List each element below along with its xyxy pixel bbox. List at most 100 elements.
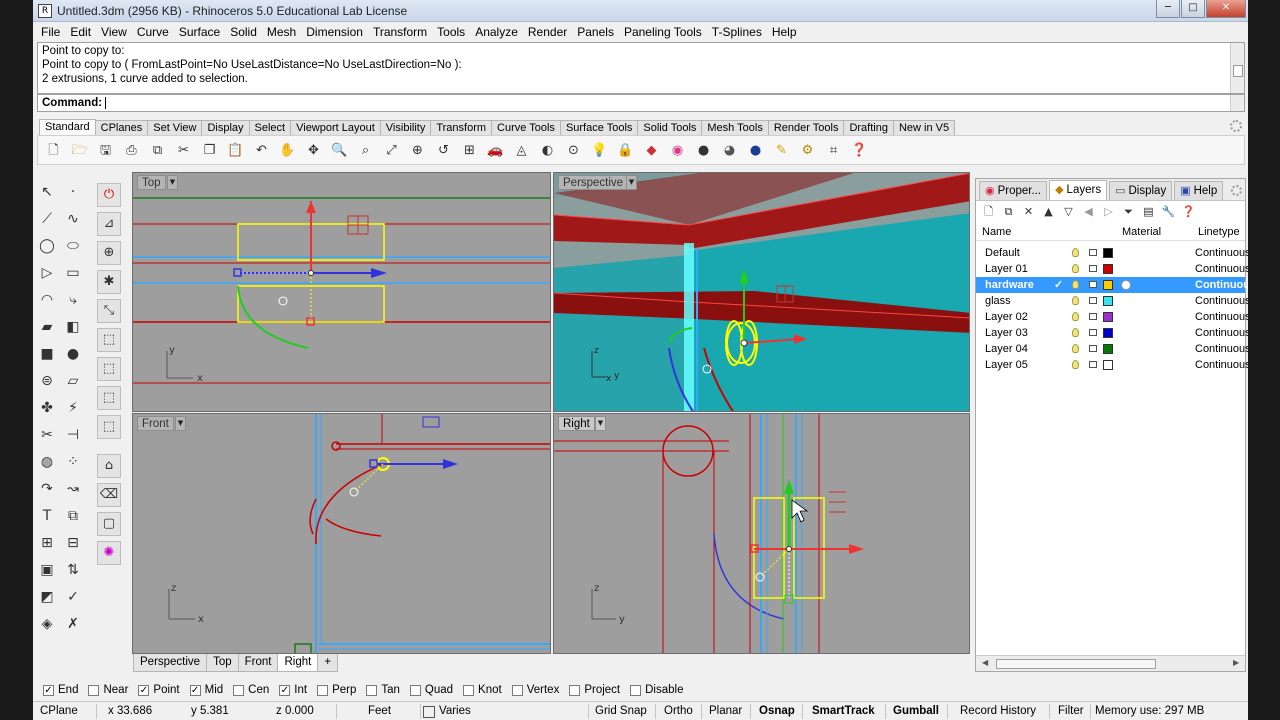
osnap-checkbox[interactable]: ✓ [43,684,54,696]
boolean-icon[interactable]: ◍ [36,451,58,473]
viewport-menu-chevron-icon[interactable]: ▼ [595,416,606,431]
status-ortho[interactable]: Ortho [661,702,696,720]
panel-tab-display[interactable]: ▭ Display [1109,181,1173,200]
osnap-tan[interactable]: Tan [366,684,400,696]
rhino-app-icon[interactable]: R [38,3,52,18]
toolbar-tab-solid-tools[interactable]: Solid Tools [637,120,703,135]
osnap-checkbox[interactable] [317,684,329,696]
transform-icon[interactable]: ✤ [36,397,58,419]
menu-solid[interactable]: Solid [226,25,263,39]
layer-name[interactable]: hardware [985,277,1034,293]
viewport-tab-perspective[interactable]: Perspective [133,654,208,672]
layer-name[interactable]: Layer 01 [985,261,1028,277]
scroll-right-icon[interactable]: ▶ [1233,658,1239,667]
layer-state-icon[interactable]: ▤ [1140,204,1157,220]
current-layer-check-icon[interactable]: ✓ [1054,277,1063,293]
panel-tab-help[interactable]: ▣ Help [1174,181,1224,200]
osnap-point-icon[interactable]: ⊙ [564,141,583,160]
osnap-end[interactable]: ✓ End [43,684,78,696]
osnap-disable[interactable]: Disable [630,684,683,696]
lock-icon[interactable] [1089,313,1097,320]
gear-tool-icon[interactable]: ⚙ [798,141,817,160]
analyze-icon[interactable]: ◩ [36,586,58,608]
lock-icon[interactable] [1089,361,1097,368]
trim-icon[interactable]: ✂ [36,424,58,446]
sphere-grid-icon[interactable]: ⊕ [97,241,121,265]
paste-icon[interactable]: 📋 [226,141,245,160]
point-icon[interactable]: · [62,181,84,203]
group-icon[interactable]: ⊞ [36,532,58,554]
toolbar-tab-display[interactable]: Display [201,120,250,135]
osnap-checkbox[interactable]: ✓ [138,684,150,696]
move-up-icon[interactable]: ▲ [1040,204,1057,220]
dimension-icon[interactable]: ⊣ [62,424,84,446]
zoom-window-icon[interactable]: ⌕ [356,141,375,160]
material-icon[interactable] [1121,280,1131,290]
close-button[interactable]: ✕ [1206,0,1246,18]
lock-icon[interactable] [1089,265,1097,272]
layer-linetype[interactable]: Continuous [1195,325,1248,341]
osnap-mid[interactable]: ✓ Mid [189,684,223,696]
move-right-icon[interactable]: ▷ [1100,204,1117,220]
visibility-bulb-icon[interactable] [1072,296,1079,305]
rotate-view-icon[interactable]: ✥ [304,141,323,160]
layer-row[interactable]: Default Continuous [976,245,1248,261]
osnap-checkbox[interactable] [630,684,642,696]
cylinder-icon[interactable]: ⊜ [36,370,58,392]
new-sublayer-icon[interactable]: ⧉ [1000,204,1017,220]
command-history-scrollbar[interactable] [1230,43,1244,93]
layer-icon[interactable]: ◆ [642,141,661,160]
toolbar-tab-select[interactable]: Select [248,120,292,135]
viewport-tab-right[interactable]: Right [277,654,319,672]
right-view-canvas[interactable]: z y [554,414,970,654]
scroll-left-icon[interactable]: ◀ [982,658,988,667]
layer-row[interactable]: hardware ✓ Continuous [976,277,1248,293]
top-view-canvas[interactable]: y x [133,173,551,412]
box-view-icon[interactable]: ⬚ [97,328,121,352]
visibility-bulb-icon[interactable] [1072,280,1079,289]
column-name[interactable]: Name [982,224,1011,240]
undo-icon[interactable]: ↶ [252,141,271,160]
layer-color-swatch[interactable] [1103,296,1113,306]
menu-panels[interactable]: Panels [573,25,620,39]
sun-icon[interactable]: ✱ [97,270,121,294]
status-record-history[interactable]: Record History [957,702,1039,720]
restore-button[interactable]: □ [1181,0,1205,18]
osnap-near[interactable]: Near [88,684,128,696]
layer-linetype[interactable]: Continuous [1195,357,1248,373]
layer-help-icon[interactable]: ❓ [1180,204,1197,220]
menu-help[interactable]: Help [768,25,803,39]
menu-paneling-tools[interactable]: Paneling Tools [620,25,708,39]
measure-icon[interactable]: ✓ [62,586,84,608]
toolbar-tab-visibility[interactable]: Visibility [379,120,432,135]
status-osnap[interactable]: Osnap [756,702,798,720]
osnap-checkbox[interactable] [511,684,523,696]
layer-row[interactable]: Layer 02 Continuous [976,309,1248,325]
curve-icon[interactable]: ∿ [62,208,84,230]
lock-icon[interactable] [1089,345,1097,352]
viewport-label-top[interactable]: Top [137,175,166,190]
viewport-label-right[interactable]: Right [558,416,595,431]
status-filter[interactable]: Filter [1055,702,1087,720]
layers-horizontal-scrollbar[interactable]: ◀ ▶ [976,655,1245,671]
viewport-right[interactable]: z y Right ▼ [553,413,970,654]
text-icon[interactable]: T [36,505,58,527]
osnap-point[interactable]: ✓ Point [138,684,180,696]
lock-icon[interactable]: 🔒 [616,141,635,160]
explode-icon[interactable]: ✗ [62,613,84,635]
panel-tab-properties[interactable]: ◉ Proper... [979,181,1048,200]
record-icon[interactable]: ⏻ [97,183,121,207]
osnap-checkbox[interactable] [569,684,581,696]
render-preview-icon[interactable]: ◕ [720,141,739,160]
menu-file[interactable]: File [37,25,66,39]
arc-icon[interactable]: ◠ [36,289,58,311]
toolbar-tab-transform[interactable]: Transform [430,120,493,135]
toolbar-tab-standard[interactable]: Standard [39,119,96,135]
layer-color-swatch[interactable] [1103,312,1113,322]
material-sphere-icon[interactable]: ● [746,141,765,160]
scale-icon[interactable]: ⤡ [97,299,121,323]
viewport-tab-top[interactable]: Top [206,654,239,672]
mirror-icon[interactable]: ⊿ [97,212,121,236]
osnap-checkbox[interactable] [463,684,475,696]
viewport-perspective[interactable]: z x y Perspective ▼ [553,172,970,412]
